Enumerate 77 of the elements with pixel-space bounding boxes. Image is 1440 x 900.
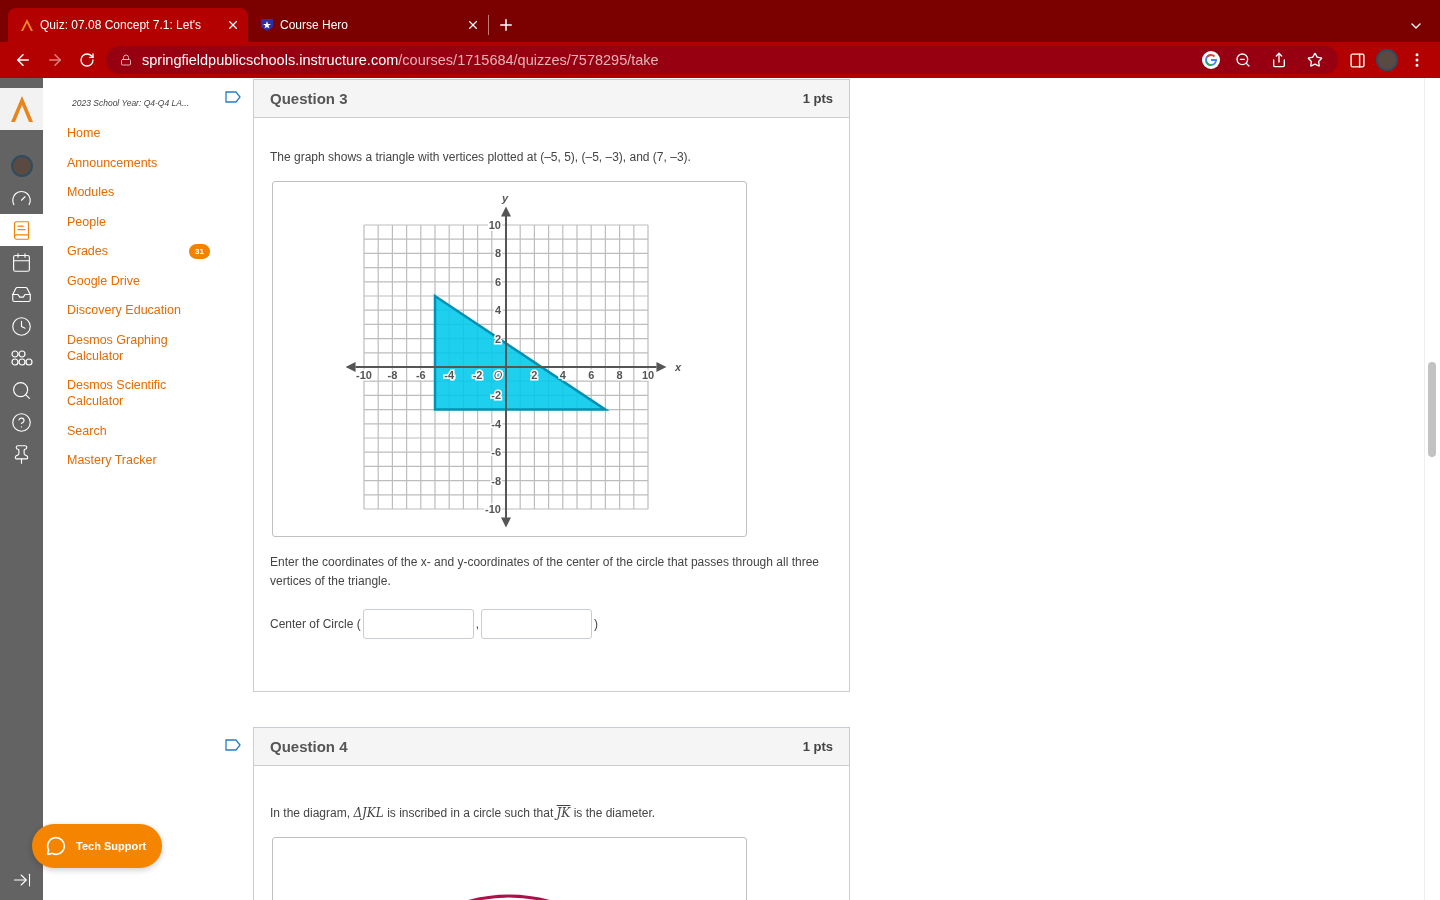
- origin-label: O: [493, 369, 503, 381]
- axis-label: x: [675, 361, 682, 373]
- back-icon[interactable]: [14, 51, 32, 69]
- scrollbar-thumb[interactable]: [1428, 362, 1436, 457]
- answer-label: Center of Circle (: [270, 617, 361, 631]
- url-text: springfieldpublicschools.instructure.com/courses/1715684/quizzes/7578295/take: [142, 52, 660, 68]
- answer-input-field[interactable]: [362, 609, 474, 639]
- calendar-icon[interactable]: [11, 251, 32, 273]
- chat-bubble-icon: [46, 836, 66, 856]
- reload-icon[interactable]: [79, 52, 95, 68]
- nav-link[interactable]: Google Drive: [67, 272, 189, 289]
- side-panel-icon[interactable]: [1348, 51, 1366, 69]
- axis-tick-label: -8: [491, 474, 501, 487]
- question-text: The graph shows a triangle with vertices plotted at (–5, 5), (–5, –3), and (7, –3).: [270, 149, 692, 166]
- star-icon[interactable]: [1307, 52, 1323, 68]
- separator-text: ,: [475, 617, 480, 631]
- axis-tick-label: 2: [494, 332, 501, 345]
- axis-tick-label: -4: [491, 417, 501, 430]
- nav-link[interactable]: Mastery Tracker: [67, 452, 189, 468]
- course-title: 2023 School Year: Q4-Q4 LA...: [72, 98, 191, 108]
- axis-tick-label: -6: [491, 446, 501, 459]
- axis-tick-label: -10: [356, 369, 372, 381]
- google-g-icon[interactable]: [1202, 51, 1220, 69]
- axis-tick-label: -2: [472, 369, 483, 381]
- axis-tick-label: 6: [588, 369, 595, 381]
- book-icon[interactable]: [11, 219, 32, 241]
- axis-tick-label: -4: [444, 369, 455, 381]
- nav-link[interactable]: People: [67, 213, 189, 230]
- star-shield-icon: [260, 18, 274, 32]
- axis-tick-label: -10: [485, 503, 501, 515]
- question-text: Enter the coordinates of the x- and y-coordinates of the center of the circle that passes through all three vertices of the triangle.: [270, 554, 820, 590]
- share-icon[interactable]: [1271, 52, 1287, 68]
- axis-tick-label: -2: [491, 389, 501, 402]
- nav-link[interactable]: Discovery Education: [67, 302, 189, 318]
- nav-link[interactable]: Home: [67, 125, 189, 141]
- nav-link[interactable]: Search: [67, 422, 189, 439]
- count-badge: 31: [189, 243, 210, 259]
- address-bar[interactable]: springfieldpublicschools.instructure.com/courses/1715684/quizzes/7578295/take: [106, 46, 1338, 74]
- browser-tab[interactable]: Quiz: 07.08 Concept 7.1: Let's: [8, 8, 248, 42]
- axis-tick-label: 6: [494, 275, 501, 288]
- axis-tick-label: 2: [531, 369, 538, 381]
- lock-icon: [120, 54, 132, 66]
- close-icon[interactable]: [226, 18, 240, 32]
- points-text: 1 pts: [802, 739, 833, 754]
- zoom-out-icon[interactable]: [1235, 52, 1251, 68]
- nav-link[interactable]: Modules: [67, 184, 189, 200]
- axis-tick-label: 4: [494, 304, 501, 317]
- tech-support-button[interactable]: Tech Support: [32, 824, 162, 868]
- nav-link[interactable]: Grades: [67, 243, 189, 259]
- axis-tick-label: 4: [559, 369, 566, 381]
- question-title: Question 4: [270, 738, 348, 755]
- logo-tile[interactable]: [0, 88, 43, 130]
- canvas-logo-icon: [9, 95, 34, 123]
- axis-tick-label: 10: [488, 219, 501, 231]
- new-tab-icon[interactable]: [497, 16, 515, 34]
- bookmark-flag-icon[interactable]: [225, 739, 241, 751]
- clock-icon[interactable]: [11, 315, 32, 337]
- axis-tick-label: 8: [494, 247, 501, 260]
- close-icon[interactable]: [466, 18, 480, 32]
- bookmark-flag-icon[interactable]: [225, 91, 241, 103]
- help-icon[interactable]: [11, 411, 32, 433]
- question-title: Question 3: [270, 90, 348, 107]
- closing-text: ): [594, 617, 599, 631]
- axis-label: y: [502, 192, 509, 205]
- browser-tab[interactable]: Course Hero: [248, 8, 488, 42]
- nav-link[interactable]: Desmos Scientific Calculator: [67, 377, 189, 409]
- axis-tick-label: -6: [415, 369, 426, 381]
- groups-icon[interactable]: [10, 350, 33, 366]
- axis-tick-label: 8: [616, 369, 623, 381]
- axis-tick-label: 10: [641, 369, 655, 381]
- answer-input-field[interactable]: [481, 609, 593, 639]
- axis-tick-label: -8: [387, 369, 398, 381]
- points-text: 1 pts: [802, 91, 833, 106]
- search-icon[interactable]: [11, 379, 32, 401]
- nav-link[interactable]: Desmos Graphing Calculator: [67, 331, 189, 364]
- nav-link[interactable]: Announcements: [67, 154, 189, 171]
- canvas-logo-icon: [20, 18, 34, 32]
